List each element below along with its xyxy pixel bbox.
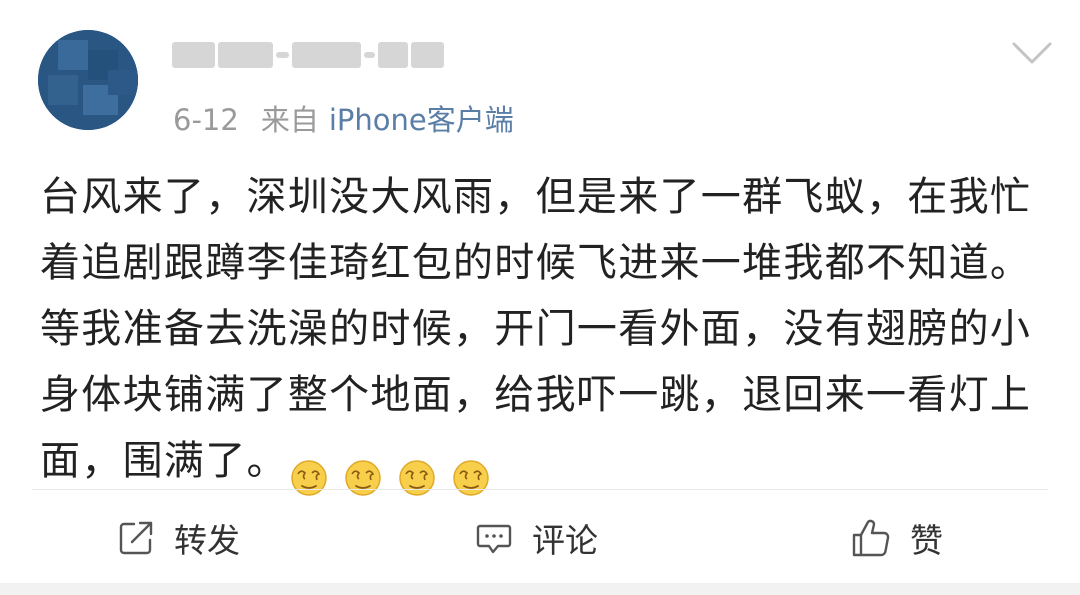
dizzy-face-emoji <box>345 460 381 496</box>
share-icon <box>119 521 153 555</box>
section-separator <box>0 583 1080 595</box>
post-text: 台风来了，深圳没大风雨，但是来了一群飞蚁，在我忙着追剧跟蹲李佳琦红包的时候飞进来… <box>40 174 1032 484</box>
comment-button[interactable]: 评论 <box>474 510 598 566</box>
action-bar: 转发 评论 赞 <box>0 510 1080 566</box>
avatar-pixel <box>108 70 138 95</box>
blur-block <box>292 42 361 68</box>
avatar-pixel <box>48 75 78 105</box>
dizzy-face-emoji <box>399 460 435 496</box>
post-meta: 6-12 来自 iPhone客户端 <box>173 100 514 140</box>
like-button[interactable]: 赞 <box>850 510 943 566</box>
source-prefix: 来自 <box>260 103 319 137</box>
comment-label: 评论 <box>532 521 598 560</box>
weibo-post-card: 6-12 来自 iPhone客户端 台风来了，深圳没大风雨，但是来了一群飞蚁，在我忙… <box>0 0 1080 595</box>
username-blurred[interactable] <box>172 36 444 74</box>
blur-block <box>410 42 444 68</box>
blur-block <box>217 42 273 68</box>
blur-block <box>378 42 408 68</box>
divider <box>32 489 1048 490</box>
thumbs-up-icon <box>852 519 890 557</box>
avatar-pixel <box>58 40 88 70</box>
post-timestamp: 6-12 <box>173 103 239 137</box>
post-content: 台风来了，深圳没大风雨，但是来了一群飞蚁，在我忙着追剧跟蹲李佳琦红包的时候飞进来… <box>40 164 1050 496</box>
like-label: 赞 <box>910 521 943 560</box>
comment-icon <box>476 524 512 554</box>
repost-label: 转发 <box>174 521 240 560</box>
avatar[interactable] <box>38 30 138 130</box>
repost-button[interactable]: 转发 <box>116 510 240 566</box>
source-link[interactable]: iPhone客户端 <box>329 103 514 137</box>
dizzy-face-emoji <box>291 460 327 496</box>
blur-block <box>275 52 290 58</box>
blur-block <box>363 52 376 58</box>
emoji-group <box>290 443 492 496</box>
blur-block <box>172 42 215 68</box>
dizzy-face-emoji <box>453 460 489 496</box>
chevron-down-icon[interactable] <box>1008 36 1056 70</box>
